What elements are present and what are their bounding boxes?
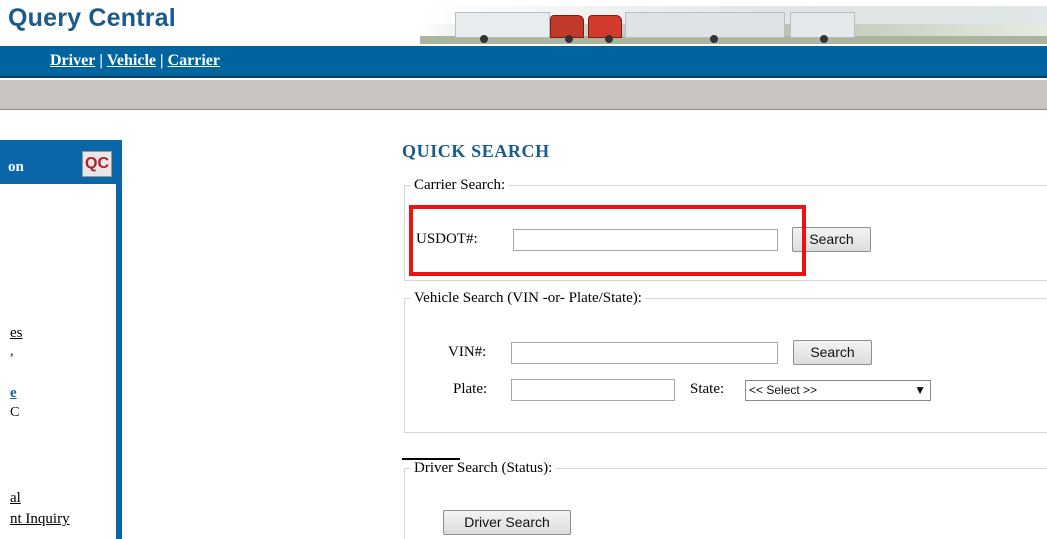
- driver-search-legend: Driver Search (Status):: [414, 460, 553, 476]
- main-nav-bar: Driver | Vehicle | Carrier: [0, 46, 1047, 78]
- nav-separator: |: [160, 52, 164, 69]
- truck-wheel-shape: [565, 35, 573, 43]
- truck-banner-image: [420, 6, 1047, 44]
- usdot-highlight-box: [409, 205, 806, 276]
- vehicle-search-legend: Vehicle Search (VIN -or- Plate/State):: [414, 290, 642, 306]
- left-panel-header: on QC: [0, 140, 116, 184]
- state-select-value: << Select >>: [749, 383, 818, 397]
- truck-wheel-shape: [480, 35, 488, 43]
- qc-badge: QC: [82, 151, 112, 177]
- truck-trailer-shape: [625, 12, 785, 38]
- driver-search-button[interactable]: Driver Search: [443, 510, 571, 535]
- left-panel-link[interactable]: e: [10, 385, 17, 402]
- nav-link-driver[interactable]: Driver: [50, 52, 95, 69]
- truck-cab-shape: [588, 15, 622, 38]
- vin-input[interactable]: [511, 342, 778, 364]
- left-panel-link[interactable]: es: [10, 325, 23, 342]
- nav-links: Driver | Vehicle | Carrier: [50, 52, 220, 70]
- chevron-down-icon: ▼: [914, 383, 926, 397]
- truck-wheel-shape: [605, 35, 613, 43]
- truck-wheel-shape: [820, 35, 828, 43]
- plate-label: Plate:: [453, 381, 488, 397]
- quick-search-title: QUICK SEARCH: [402, 141, 550, 161]
- state-select[interactable]: << Select >> ▼: [745, 380, 931, 401]
- vehicle-search-button[interactable]: Search: [793, 340, 872, 365]
- left-panel-link[interactable]: al: [10, 490, 21, 507]
- truck-trailer-shape: [455, 12, 550, 38]
- vin-label: VIN#:: [448, 344, 487, 360]
- carrier-search-legend: Carrier Search:: [414, 177, 506, 193]
- truck-wheel-shape: [710, 35, 718, 43]
- nav-link-vehicle[interactable]: Vehicle: [107, 52, 156, 69]
- state-label: State:: [690, 381, 725, 397]
- left-navigation-panel: on QC es , e C al nt Inquiry: [0, 140, 122, 539]
- app-title: Query Central: [8, 4, 176, 32]
- sub-toolbar: [0, 80, 1047, 110]
- plate-input[interactable]: [511, 379, 675, 401]
- left-panel-text-fragment: ,: [10, 344, 14, 359]
- nav-link-carrier[interactable]: Carrier: [168, 52, 220, 69]
- left-panel-link-enforcement-inquiry[interactable]: nt Inquiry: [10, 511, 70, 528]
- left-panel-title: on: [8, 159, 24, 175]
- nav-separator: |: [99, 52, 103, 69]
- site-header: Query Central: [0, 0, 1047, 46]
- left-panel-text-fragment: C: [10, 405, 20, 420]
